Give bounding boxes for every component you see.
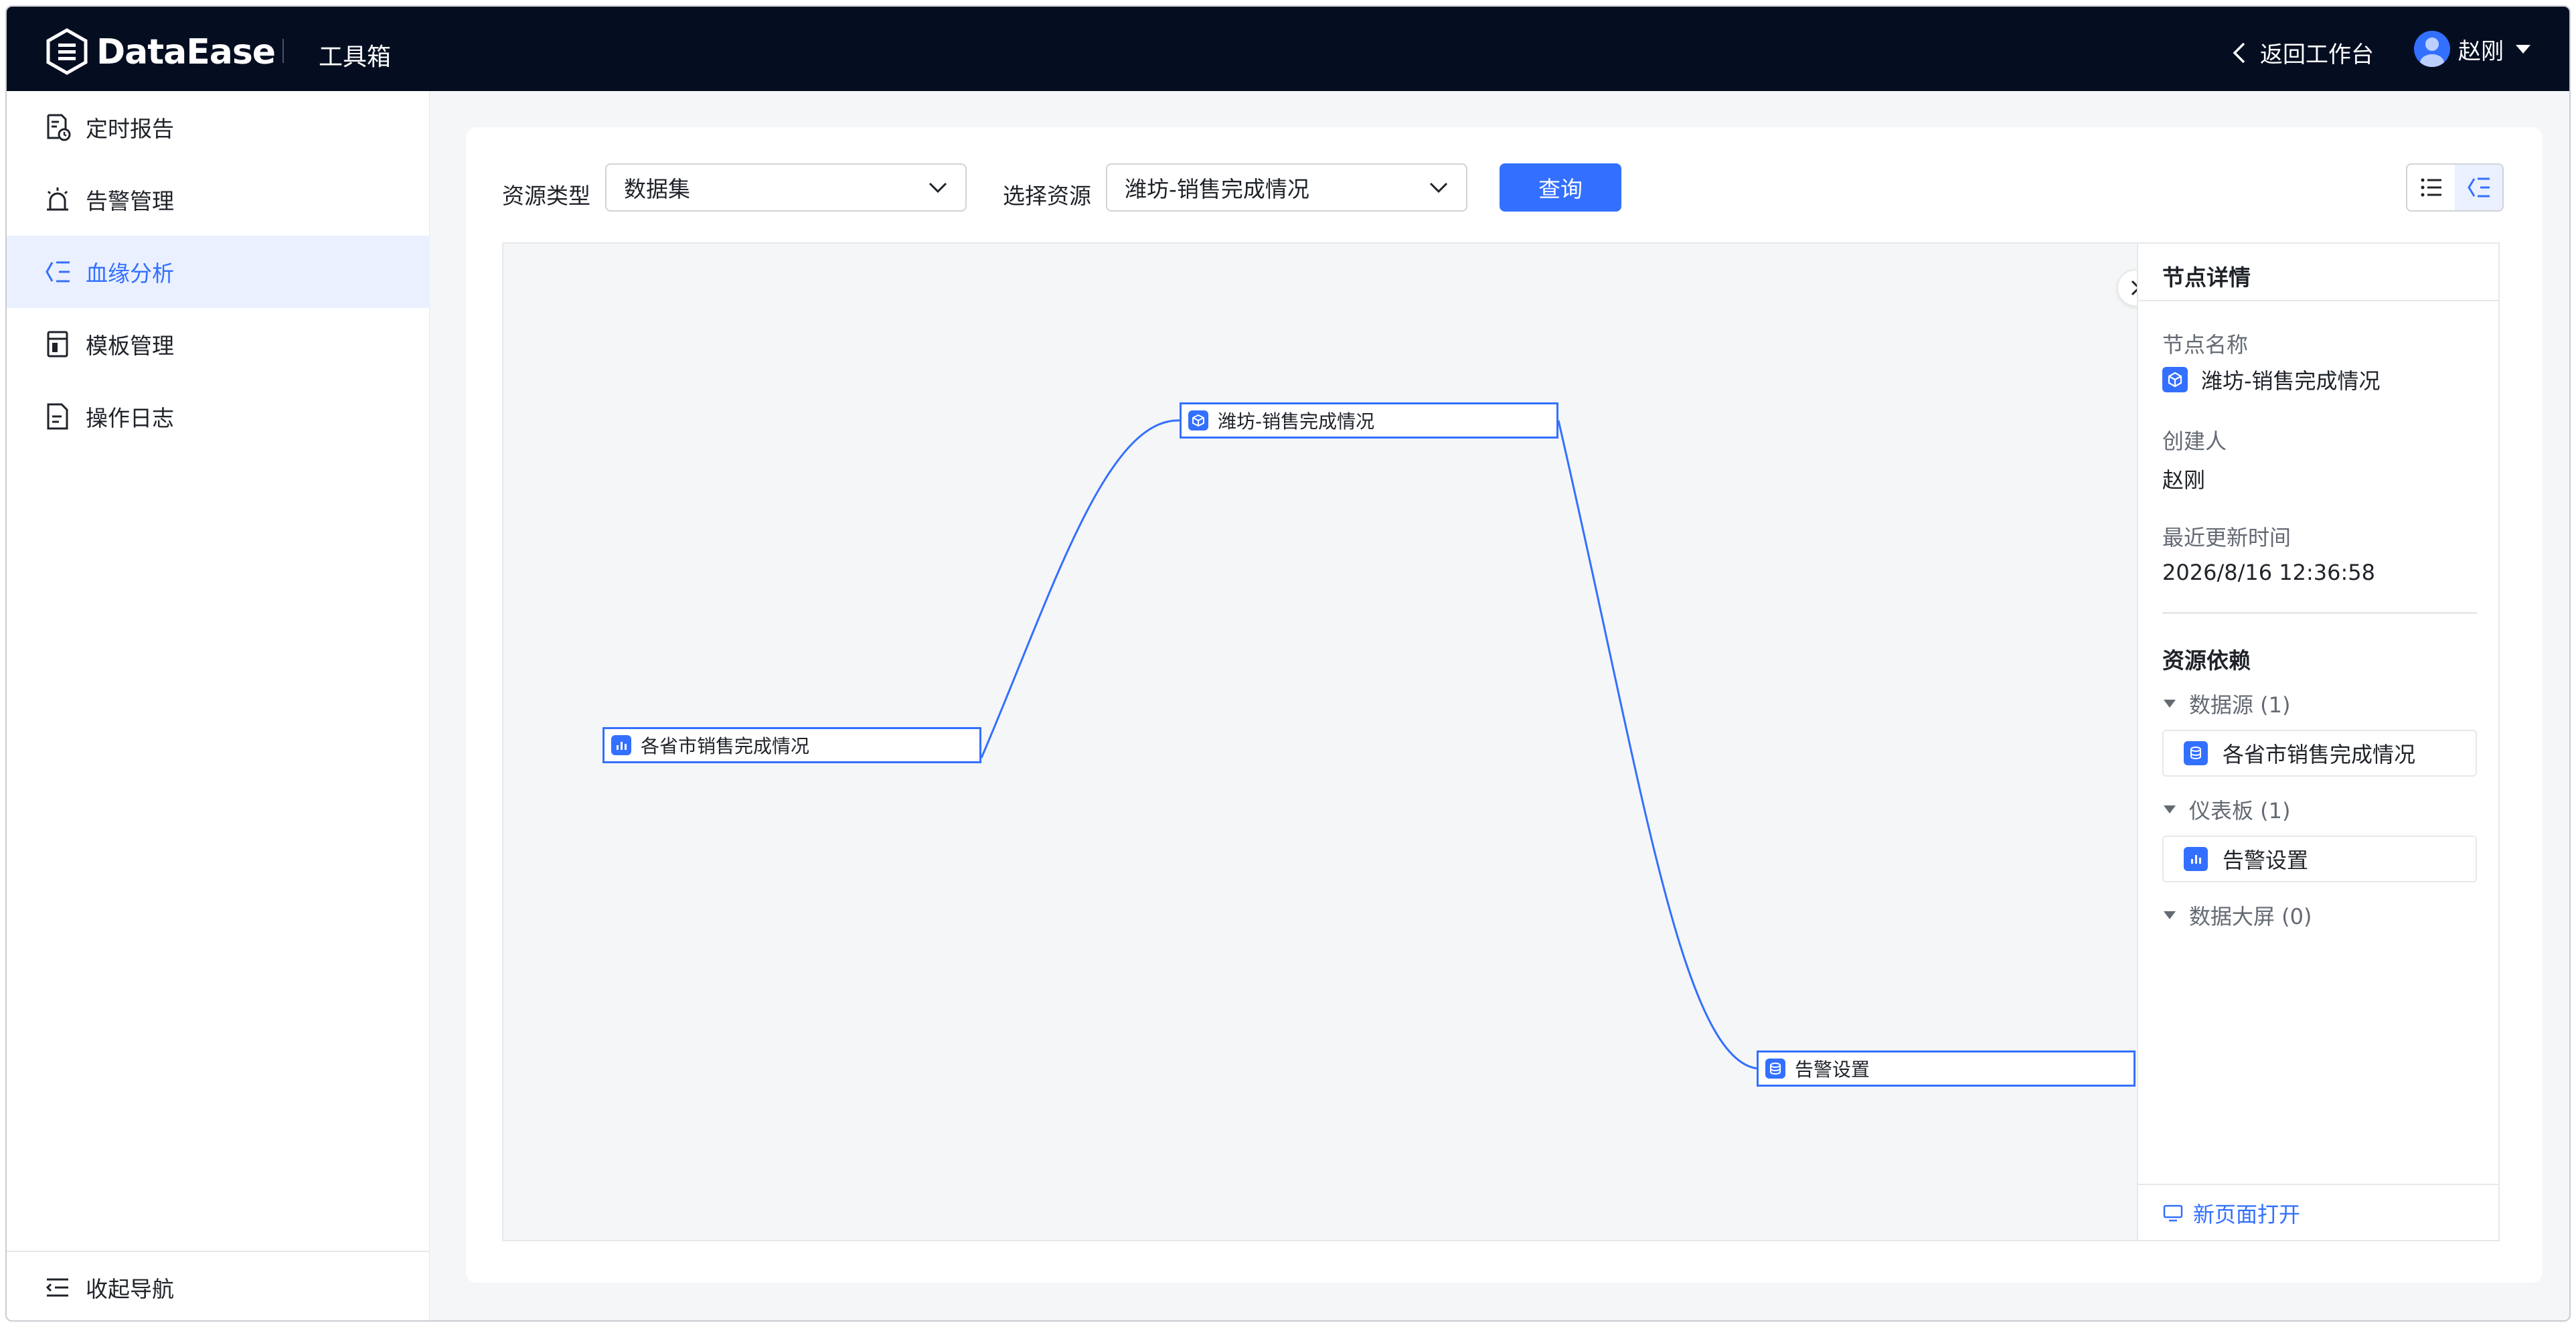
dep-item-dashboard[interactable]: 告警设置 (2162, 836, 2477, 882)
lineage-icon (2467, 177, 2490, 198)
group-screen-toggle[interactable]: 数据大屏 (0) (2162, 900, 2312, 931)
user-name: 赵刚 (2458, 37, 2504, 65)
lineage-view-button[interactable] (2455, 165, 2502, 210)
dataease-logo-icon (46, 28, 88, 75)
avatar (2414, 31, 2450, 67)
chart-icon (611, 735, 631, 755)
node-name-label: 节点名称 (2162, 332, 2249, 358)
database-icon (2184, 741, 2208, 765)
node-name-text: 潍坊-销售完成情况 (2201, 368, 2381, 394)
report-clock-icon (47, 114, 71, 141)
cube-icon (1188, 410, 1208, 431)
resource-type-select[interactable]: 数据集 (605, 163, 967, 212)
dep-item-label: 各省市销售完成情况 (2223, 742, 2416, 767)
open-new-page-label: 新页面打开 (2193, 1202, 2301, 1227)
chevron-left-icon (2233, 42, 2245, 63)
app-window: DataEase 工具箱 返回工作台 赵刚 定时报告 告警管理 血缘分析 模板管… (5, 5, 2571, 1322)
back-to-workbench-link[interactable]: 返回工作台 (2229, 36, 2374, 69)
sidebar-item-label: 操作日志 (86, 405, 174, 431)
open-new-page-link[interactable]: 新页面打开 (2138, 1184, 2498, 1240)
sidebar-item-label: 定时报告 (86, 116, 174, 142)
user-menu[interactable]: 赵刚 (2414, 31, 2532, 67)
alarm-icon (47, 187, 68, 211)
template-icon (47, 331, 68, 358)
cube-icon (2162, 367, 2188, 392)
caret-down-icon (2164, 805, 2176, 813)
monitor-icon (2163, 1204, 2183, 1222)
updated-value: 2026/8/16 12:36:58 (2162, 560, 2375, 585)
caret-down-icon (2164, 700, 2176, 708)
lineage-graph-panel: 各省市销售完成情况 潍坊-销售完成情况 告警设置 节点详情 节点名称 潍坊-销售… (502, 242, 2500, 1241)
creator-label: 创建人 (2162, 428, 2227, 454)
group-dashboard-toggle[interactable]: 仪表板 (1) (2162, 794, 2291, 825)
graph-node-dashboard[interactable]: 告警设置 (1757, 1050, 2136, 1087)
brand-name: DataEase (96, 32, 276, 72)
dep-item-label: 告警设置 (2223, 848, 2309, 873)
group-label: 数据大屏 (0) (2189, 904, 2312, 929)
node-detail-panel: 节点详情 节点名称 潍坊-销售完成情况 创建人 赵刚 最近更新时间 2026/8… (2137, 244, 2498, 1240)
edge-dataset-to-dashboard (1557, 420, 1759, 1070)
chevron-down-icon (929, 182, 947, 193)
header-divider (283, 39, 284, 63)
top-header: DataEase 工具箱 返回工作台 赵刚 (7, 7, 2569, 91)
group-datasource-toggle[interactable]: 数据源 (1) (2162, 688, 2291, 719)
node-name-value: 潍坊-销售完成情况 (2162, 364, 2381, 395)
collapse-menu-icon (46, 1278, 68, 1297)
dep-item-datasource[interactable]: 各省市销售完成情况 (2162, 730, 2477, 777)
caret-down-icon (2164, 911, 2176, 919)
collapse-nav-button[interactable]: 收起导航 (7, 1251, 430, 1320)
caret-down-icon (2516, 45, 2530, 54)
list-icon (2421, 178, 2441, 197)
detail-divider (2162, 612, 2477, 614)
resource-deps-title: 资源依赖 (2162, 647, 2251, 674)
detail-title: 节点详情 (2138, 244, 2498, 301)
edge-source-to-dataset (980, 419, 1180, 759)
section-title: 工具箱 (319, 44, 392, 71)
resource-select-label: 选择资源 (1003, 183, 1091, 209)
resource-select-value: 潍坊-销售完成情况 (1125, 176, 1309, 202)
resource-select[interactable]: 潍坊-销售完成情况 (1106, 163, 1467, 212)
sidebar-item-scheduled-report[interactable]: 定时报告 (7, 91, 430, 163)
lineage-icon (46, 261, 70, 283)
sidebar-item-label: 血缘分析 (86, 260, 174, 287)
graph-node-label: 各省市销售完成情况 (641, 735, 810, 757)
updated-label: 最近更新时间 (2162, 525, 2291, 550)
lineage-card: 资源类型 数据集 选择资源 潍坊-销售完成情况 查询 各省市销售完成情况 潍坊-… (466, 127, 2543, 1283)
database-icon (1765, 1059, 1785, 1079)
list-view-button[interactable] (2407, 165, 2455, 210)
chevron-down-icon (1429, 182, 1448, 193)
group-label: 仪表板 (1) (2189, 798, 2291, 824)
resource-type-value: 数据集 (624, 176, 690, 202)
query-button[interactable]: 查询 (1500, 163, 1621, 212)
chart-icon (2184, 847, 2208, 871)
log-icon (47, 403, 68, 430)
sidebar-item-alarm-management[interactable]: 告警管理 (7, 163, 430, 236)
sidebar-item-lineage-analysis[interactable]: 血缘分析 (7, 236, 430, 308)
group-label: 数据源 (1) (2189, 692, 2291, 718)
resource-type-label: 资源类型 (502, 183, 590, 209)
view-toggle (2406, 163, 2504, 212)
back-label: 返回工作台 (2260, 42, 2374, 68)
graph-node-dataset[interactable]: 潍坊-销售完成情况 (1180, 402, 1558, 439)
graph-node-source[interactable]: 各省市销售完成情况 (602, 727, 981, 763)
graph-node-label: 告警设置 (1795, 1059, 1870, 1081)
graph-node-label: 潍坊-销售完成情况 (1218, 410, 1375, 433)
sidebar-item-label: 告警管理 (86, 188, 174, 214)
creator-value: 赵刚 (2162, 467, 2206, 493)
sidebar: 定时报告 告警管理 血缘分析 模板管理 操作日志 收起导航 (7, 91, 430, 1320)
user-avatar-icon (2420, 37, 2444, 67)
sidebar-item-template-management[interactable]: 模板管理 (7, 308, 430, 380)
sidebar-item-operation-log[interactable]: 操作日志 (7, 380, 430, 453)
sidebar-item-label: 模板管理 (86, 333, 174, 359)
collapse-nav-label: 收起导航 (86, 1276, 174, 1302)
